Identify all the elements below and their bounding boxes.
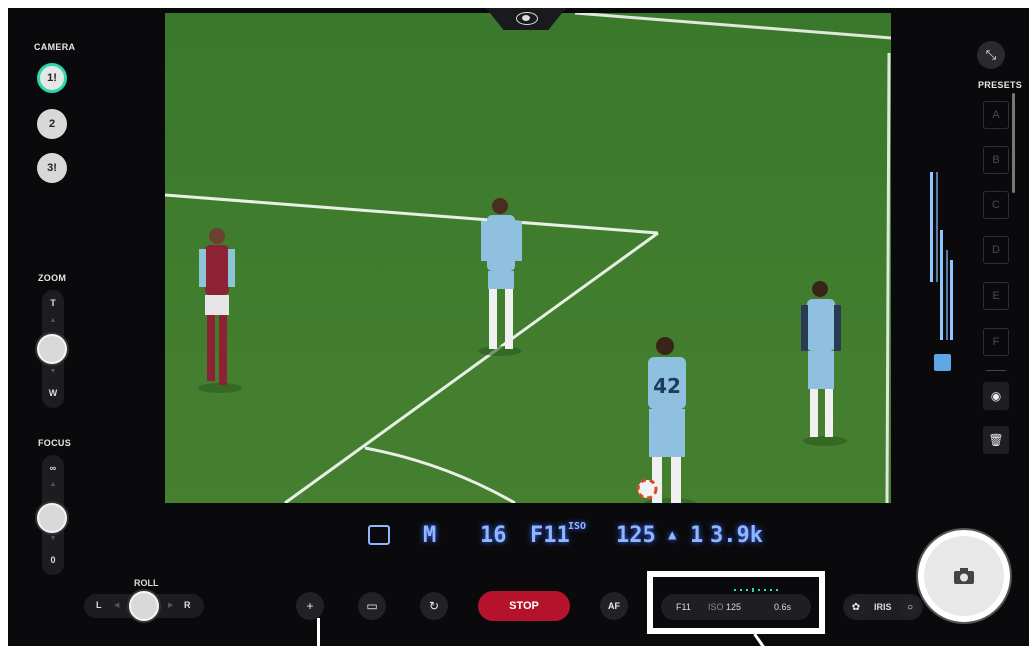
roll-left-label: L [96, 600, 102, 610]
zoom-tele-label: T [50, 298, 56, 308]
iris-label: IRIS [874, 602, 892, 612]
live-video-view[interactable]: 42 [165, 13, 891, 503]
callout-line [753, 633, 770, 646]
presets-label: PRESETS [978, 80, 1023, 90]
camera-control-app: 42 CAMERA 1! 2 3! ZOOM T ▲ ▼ W FOCUS ∞ ▲… [8, 8, 1029, 646]
delete-preset-icon[interactable]: 🗑 [983, 426, 1009, 454]
zoom-down-arrow-icon: ▼ [49, 368, 57, 375]
camera-1-button[interactable]: 1! [37, 63, 67, 93]
lens-badge-icon [934, 354, 951, 371]
roll-right-label: R [184, 600, 191, 610]
presets-scrollbar[interactable] [1012, 93, 1015, 193]
exposure-callout-frame [647, 571, 825, 634]
focus-near-label: 0 [50, 555, 56, 565]
preset-c-button[interactable]: C [983, 191, 1009, 219]
camera-label: CAMERA [34, 42, 76, 52]
zoom-up-arrow-icon: ▲ [49, 317, 57, 324]
preset-f-button[interactable]: F [983, 328, 1009, 356]
callout-line [317, 618, 320, 646]
focus-down-arrow-icon: ▼ [49, 535, 57, 542]
zoom-label: ZOOM [38, 273, 67, 283]
roll-slider-knob[interactable] [129, 591, 159, 621]
camera-icon [954, 568, 974, 584]
iris-auto-icon[interactable]: ○ [900, 597, 920, 617]
focus-label: FOCUS [38, 438, 71, 448]
hud-mode: M [423, 523, 437, 548]
focus-up-arrow-icon: ▲ [49, 481, 57, 488]
preset-a-button[interactable]: A [983, 101, 1009, 129]
shutter-button[interactable] [918, 530, 1010, 622]
record-preset-icon[interactable]: ◉ [983, 382, 1009, 410]
brand-logo-icon [516, 12, 538, 25]
roll-label: ROLL [134, 578, 159, 588]
metering-icon [368, 525, 390, 545]
hud-iso-label: ISO [568, 521, 587, 532]
collapse-icon[interactable]: ⤡ [977, 41, 1005, 69]
zoom-slider-knob[interactable] [37, 334, 67, 364]
camera-3-button[interactable]: 3! [37, 153, 67, 183]
presets-divider [986, 370, 1006, 371]
preset-b-button[interactable]: B [983, 146, 1009, 174]
focus-slider-knob[interactable] [37, 502, 67, 533]
hud-aperture: F11 [530, 523, 570, 548]
roll-right-arrow-icon: ▶ [168, 602, 174, 609]
roll-left-arrow-icon: ◀ [114, 602, 120, 609]
crosshair-icon[interactable]: + [296, 592, 324, 620]
stop-button[interactable]: STOP [478, 591, 570, 621]
hud-remaining: 3.9k [710, 523, 763, 548]
hud-card-icon: ▲ [668, 527, 677, 543]
hud-iso: 125 [616, 523, 656, 548]
autofocus-button[interactable]: AF [600, 592, 628, 620]
svg-text:42: 42 [653, 374, 681, 398]
frame-guide-icon[interactable]: ▭ [358, 592, 386, 620]
camera-2-button[interactable]: 2 [37, 109, 67, 139]
zoom-wide-label: W [48, 388, 58, 398]
preset-e-button[interactable]: E [983, 282, 1009, 310]
preset-d-button[interactable]: D [983, 236, 1009, 264]
pitch-image: 42 [165, 13, 891, 503]
hud-value-1: 16 [480, 523, 507, 548]
iris-settings-icon[interactable]: ✿ [846, 597, 866, 617]
hud-shots: 1 [690, 523, 704, 548]
focus-infinity-label: ∞ [49, 463, 57, 473]
rotate-icon[interactable]: ↻ [420, 592, 448, 620]
lens-scale-icon [930, 172, 953, 340]
